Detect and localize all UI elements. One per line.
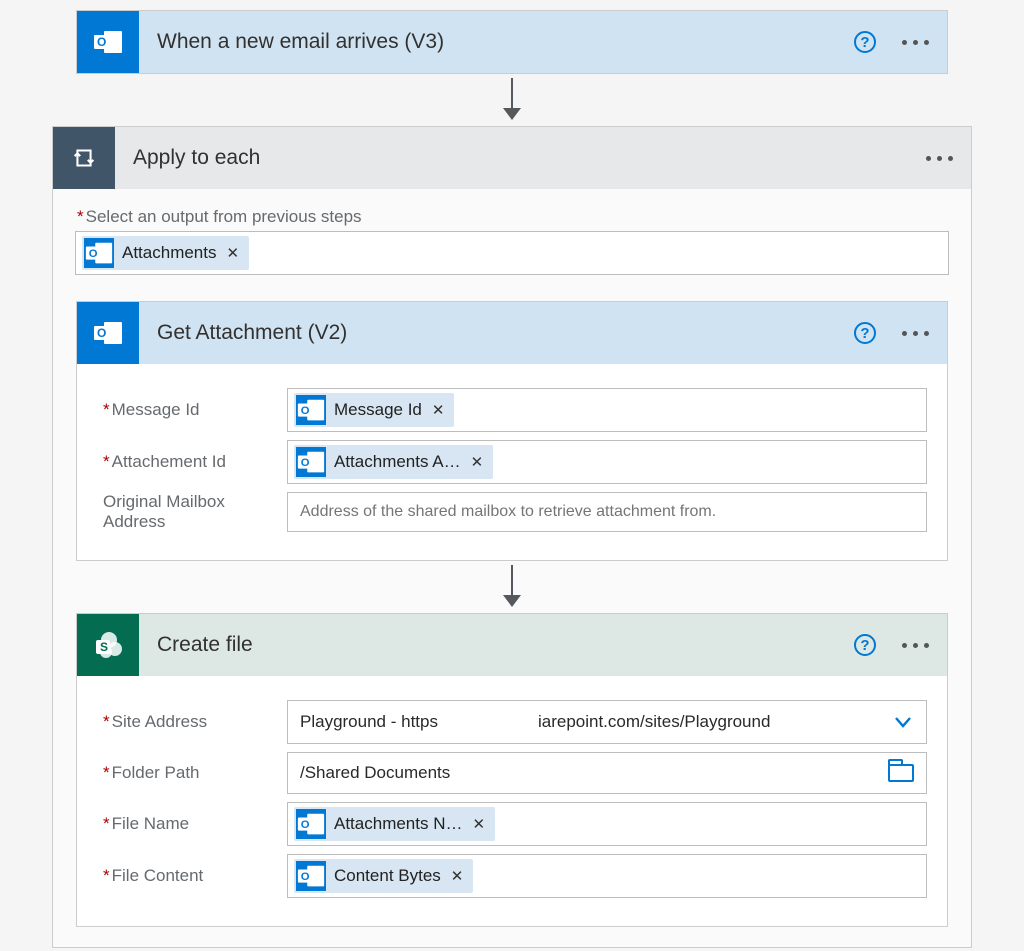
loop-icon (53, 127, 115, 189)
svg-text:O: O (301, 405, 310, 417)
svg-text:O: O (97, 326, 106, 340)
svg-text:O: O (301, 871, 310, 883)
remove-token-icon[interactable]: ✕ (471, 815, 488, 833)
arrow-connector (511, 78, 513, 120)
remove-token-icon[interactable]: ✕ (469, 453, 486, 471)
help-icon[interactable]: ? (854, 322, 876, 344)
remove-token-icon[interactable]: ✕ (225, 244, 242, 262)
more-icon[interactable] (902, 34, 929, 51)
message-id-row: Message Id O (97, 388, 927, 432)
outlook-icon: O (296, 861, 326, 891)
message-id-token[interactable]: O Message Id ✕ (294, 393, 454, 427)
chevron-down-icon[interactable] (892, 711, 914, 733)
remove-token-icon[interactable]: ✕ (430, 401, 447, 419)
attachment-id-row: Attachement Id O (97, 440, 927, 484)
svg-text:O: O (89, 248, 98, 260)
site-address-value-left: Playground - https (300, 712, 438, 732)
file-name-input[interactable]: O Attachments N… ✕ (287, 802, 927, 846)
attachment-id-label: Attachement Id (97, 452, 287, 472)
get-attachment-title: Get Attachment (V2) (139, 321, 854, 345)
svg-text:S: S (100, 640, 108, 654)
site-address-label: Site Address (97, 712, 287, 732)
apply-to-each-header[interactable]: Apply to each (53, 127, 971, 189)
outlook-icon: O (77, 11, 139, 73)
sharepoint-icon: S (77, 614, 139, 676)
output-label: Select an output from previous steps (77, 207, 949, 227)
mailbox-row: Original Mailbox Address (97, 492, 927, 532)
apply-to-each-title: Apply to each (115, 146, 926, 170)
svg-text:O: O (97, 35, 106, 49)
help-icon[interactable]: ? (854, 634, 876, 656)
mailbox-label: Original Mailbox Address (97, 492, 287, 532)
file-content-row: File Content O (97, 854, 927, 898)
folder-path-row: Folder Path /Shared Documents (97, 752, 927, 794)
output-token-input[interactable]: O Attachments ✕ (75, 231, 949, 275)
folder-path-value: /Shared Documents (300, 763, 450, 783)
trigger-header[interactable]: O When a new email arrives (V3) ? (77, 11, 947, 73)
token-label: Attachments A… (334, 452, 461, 472)
file-content-input[interactable]: O Content Bytes ✕ (287, 854, 927, 898)
svg-text:O: O (301, 457, 310, 469)
attachment-id-token[interactable]: O Attachments A… ✕ (294, 445, 493, 479)
create-file-title: Create file (139, 633, 854, 657)
outlook-icon: O (77, 302, 139, 364)
file-content-label: File Content (97, 866, 287, 886)
file-name-row: File Name O (97, 802, 927, 846)
mailbox-input[interactable] (287, 492, 927, 532)
attachment-id-input[interactable]: O Attachments A… ✕ (287, 440, 927, 484)
outlook-icon: O (296, 447, 326, 477)
outlook-icon: O (296, 809, 326, 839)
folder-path-input[interactable]: /Shared Documents (287, 752, 927, 794)
more-icon[interactable] (902, 325, 929, 342)
get-attachment-card: O Get Attachment (V2) ? Message Id (76, 301, 948, 561)
token-label: Attachments (122, 243, 217, 263)
arrow-connector (511, 565, 513, 607)
site-address-value-right: iarepoint.com/sites/Playground (538, 712, 770, 732)
create-file-card: S Create file ? Site Address (76, 613, 948, 927)
trigger-card[interactable]: O When a new email arrives (V3) ? (76, 10, 948, 74)
svg-text:O: O (301, 819, 310, 831)
outlook-icon: O (84, 238, 114, 268)
file-name-token[interactable]: O Attachments N… ✕ (294, 807, 495, 841)
trigger-title: When a new email arrives (V3) (139, 30, 854, 54)
site-address-row: Site Address Playground - https iarepoin… (97, 700, 927, 744)
file-name-label: File Name (97, 814, 287, 834)
message-id-label: Message Id (97, 400, 287, 420)
output-from-previous-field: Select an output from previous steps O A… (75, 203, 949, 275)
create-file-header[interactable]: S Create file ? (77, 614, 947, 676)
apply-to-each-card: Apply to each Select an output from prev… (52, 126, 972, 948)
message-id-input[interactable]: O Message Id ✕ (287, 388, 927, 432)
help-icon[interactable]: ? (854, 31, 876, 53)
remove-token-icon[interactable]: ✕ (449, 867, 466, 885)
more-icon[interactable] (926, 150, 953, 167)
site-address-select[interactable]: Playground - https iarepoint.com/sites/P… (287, 700, 927, 744)
more-icon[interactable] (902, 637, 929, 654)
get-attachment-header[interactable]: O Get Attachment (V2) ? (77, 302, 947, 364)
token-label: Attachments N… (334, 814, 463, 834)
token-label: Message Id (334, 400, 422, 420)
folder-icon[interactable] (888, 764, 914, 782)
folder-path-label: Folder Path (97, 763, 287, 783)
attachments-token[interactable]: O Attachments ✕ (82, 236, 249, 270)
token-label: Content Bytes (334, 866, 441, 886)
file-content-token[interactable]: O Content Bytes ✕ (294, 859, 473, 893)
outlook-icon: O (296, 395, 326, 425)
